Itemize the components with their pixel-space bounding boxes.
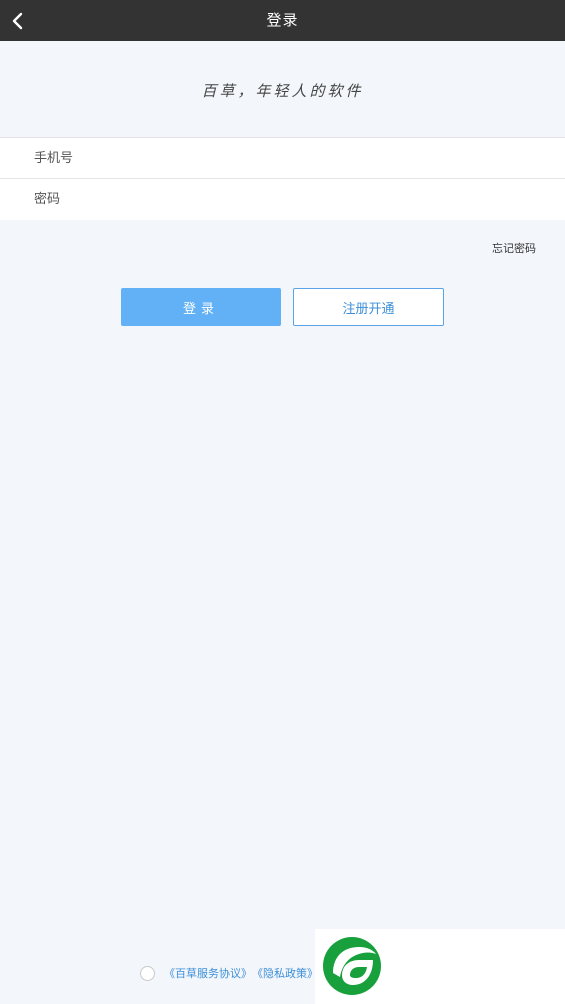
leaf-logo-icon (323, 937, 381, 995)
login-button[interactable]: 登录 (121, 288, 281, 326)
password-input[interactable] (0, 180, 565, 218)
service-agreement-link[interactable]: 《百草服务协议》 (164, 965, 252, 981)
page-title: 登录 (266, 11, 299, 29)
password-row (0, 178, 565, 219)
phone-input[interactable] (0, 139, 565, 177)
slogan-text: 百草，年轻人的软件 (201, 82, 364, 100)
top-bar: 登录 (0, 0, 565, 41)
register-button[interactable]: 注册开通 (293, 288, 444, 326)
phone-row (0, 138, 565, 178)
login-form (0, 137, 565, 220)
agreement-row: 《百草服务协议》 《隐私政策》 (140, 965, 318, 981)
agreement-radio[interactable] (140, 965, 155, 981)
privacy-policy-link[interactable]: 《隐私政策》 (252, 965, 318, 981)
forgot-password-link[interactable]: 忘记密码 (492, 240, 536, 256)
logo-overlay (315, 929, 565, 1004)
